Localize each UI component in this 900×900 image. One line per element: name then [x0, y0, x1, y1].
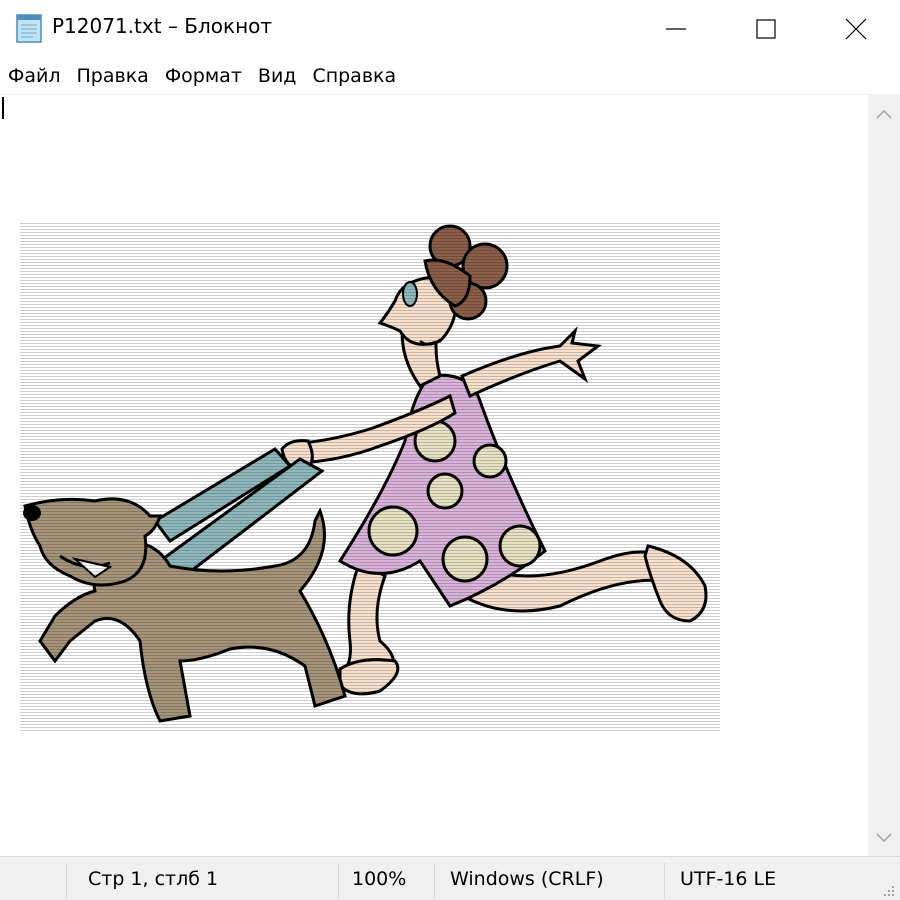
maximize-icon	[756, 19, 776, 39]
chevron-up-icon	[876, 109, 892, 119]
status-line-endings: Windows (CRLF)	[450, 868, 604, 890]
notepad-window: P12071.txt – Блокнот Файл Правка Формат …	[0, 0, 900, 900]
ascii-art-woman-walking-dog-icon	[20, 221, 720, 731]
minimize-icon	[666, 28, 686, 30]
vertical-scrollbar[interactable]	[868, 94, 900, 856]
scroll-down-button[interactable]	[868, 822, 900, 854]
status-separator	[338, 863, 339, 899]
menu-bar: Файл Правка Формат Вид Справка	[0, 58, 900, 94]
maximize-button[interactable]	[720, 0, 812, 58]
close-icon	[845, 18, 867, 40]
chevron-down-icon	[876, 833, 892, 843]
menu-view[interactable]: Вид	[249, 58, 304, 94]
menu-edit[interactable]: Правка	[68, 58, 156, 94]
status-separator	[66, 863, 67, 899]
notepad-icon	[16, 14, 42, 43]
minimize-button[interactable]	[630, 0, 722, 58]
resize-grip-icon[interactable]	[878, 880, 896, 898]
close-button[interactable]	[810, 0, 900, 58]
status-bar: Стр 1, стлб 1 100% Windows (CRLF) UTF-16…	[0, 856, 900, 900]
status-cursor-position: Стр 1, стлб 1	[88, 868, 219, 890]
status-encoding: UTF-16 LE	[680, 868, 777, 890]
title-bar[interactable]: P12071.txt – Блокнот	[0, 0, 900, 58]
scroll-up-button[interactable]	[868, 98, 900, 130]
window-title: P12071.txt – Блокнот	[52, 14, 273, 38]
menu-file[interactable]: Файл	[0, 58, 68, 94]
text-editor[interactable]	[0, 94, 868, 857]
menu-format[interactable]: Формат	[156, 58, 249, 94]
status-separator	[664, 863, 665, 899]
menu-help[interactable]: Справка	[303, 58, 403, 94]
status-separator	[434, 863, 435, 899]
status-zoom: 100%	[352, 868, 407, 890]
